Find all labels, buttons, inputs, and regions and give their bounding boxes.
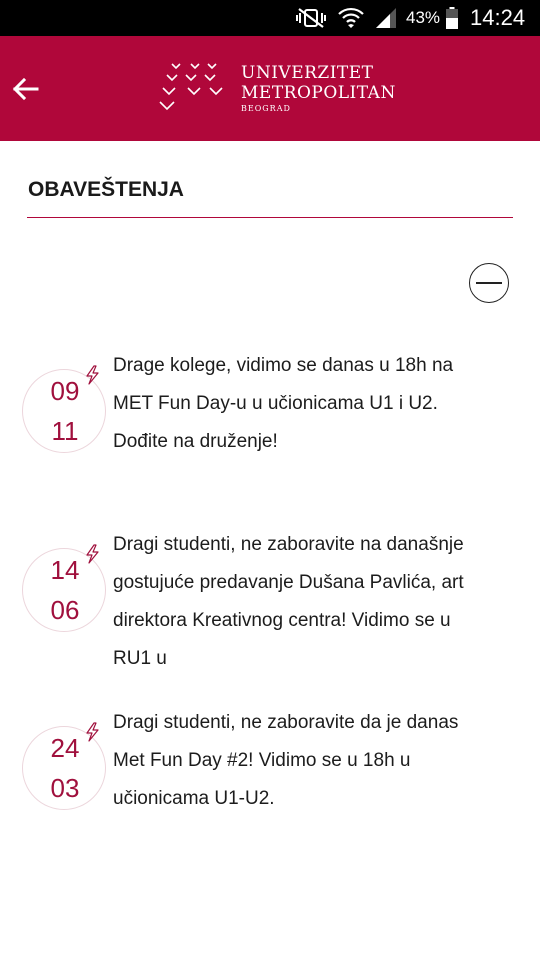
collapse-button[interactable] [469, 263, 509, 303]
back-button[interactable] [8, 72, 42, 106]
date-month: 11 [51, 416, 79, 446]
wifi-icon [338, 0, 366, 36]
battery-icon [446, 0, 460, 36]
clock: 14:24 [470, 5, 526, 30]
app-bar: UNIVERZITET METROPOLITAN BEOGRAD [0, 36, 540, 141]
date-badge: 24 03 [22, 722, 106, 810]
mute-vibrate-icon [296, 0, 328, 36]
signal-icon [374, 0, 400, 36]
date-month: 03 [50, 773, 80, 803]
date-month: 06 [50, 595, 80, 625]
page-title: OBAVEŠTENJA [28, 178, 184, 201]
date-badge: 09 11 [22, 365, 106, 453]
flash-icon [86, 722, 99, 742]
notice-text: Drage kolege, vidimo se danas u 18h na M… [113, 355, 454, 452]
status-bar: 43% 14:24 [0, 0, 540, 36]
date-badge: 14 06 [22, 544, 106, 632]
chevrons-logo-icon [159, 63, 223, 111]
university-logo: UNIVERZITET METROPOLITAN BEOGRAD [158, 60, 395, 120]
battery-percent: 43% [406, 8, 441, 27]
flash-icon [86, 365, 99, 385]
arrow-left-icon [12, 77, 39, 101]
notice-text: Dragi studenti, ne zaboravite da je dana… [113, 712, 459, 809]
flash-icon [86, 544, 99, 564]
notice-text: Dragi studenti, ne zaboravite na današnj… [113, 534, 464, 669]
logo-line-1: UNIVERZITET [241, 63, 374, 83]
title-divider [27, 217, 513, 218]
logo-line-3: BEOGRAD [241, 104, 291, 113]
logo-line-2: METROPOLITAN [241, 83, 396, 103]
